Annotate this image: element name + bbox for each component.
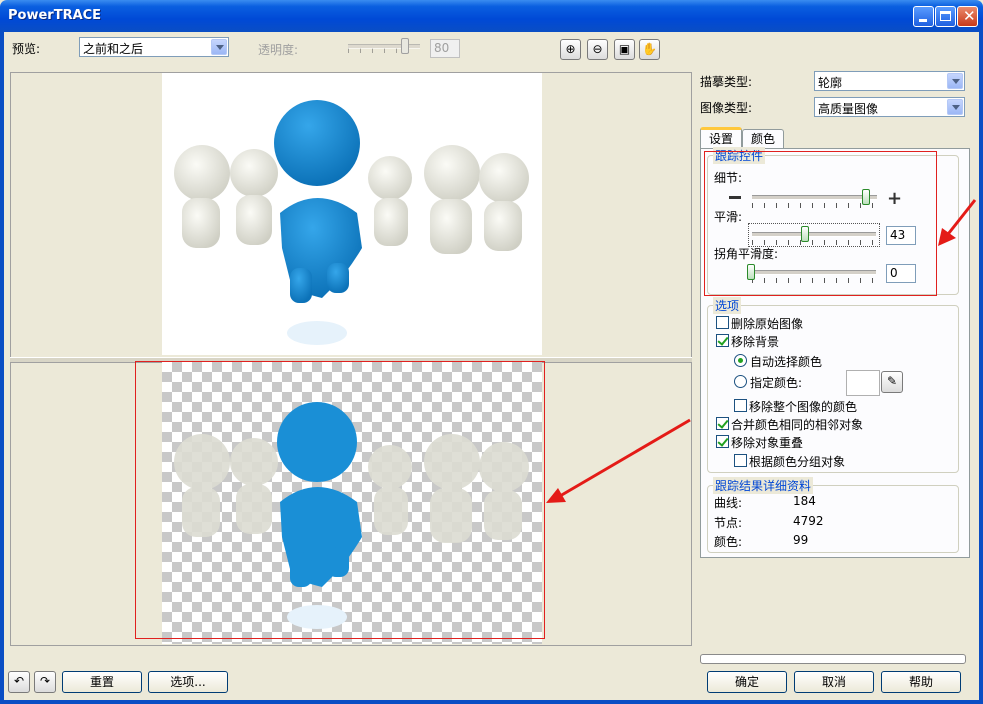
arrow-to-after-image <box>546 418 691 503</box>
annotation-arrows <box>546 199 977 503</box>
arrow-to-trace-controls <box>938 199 977 246</box>
